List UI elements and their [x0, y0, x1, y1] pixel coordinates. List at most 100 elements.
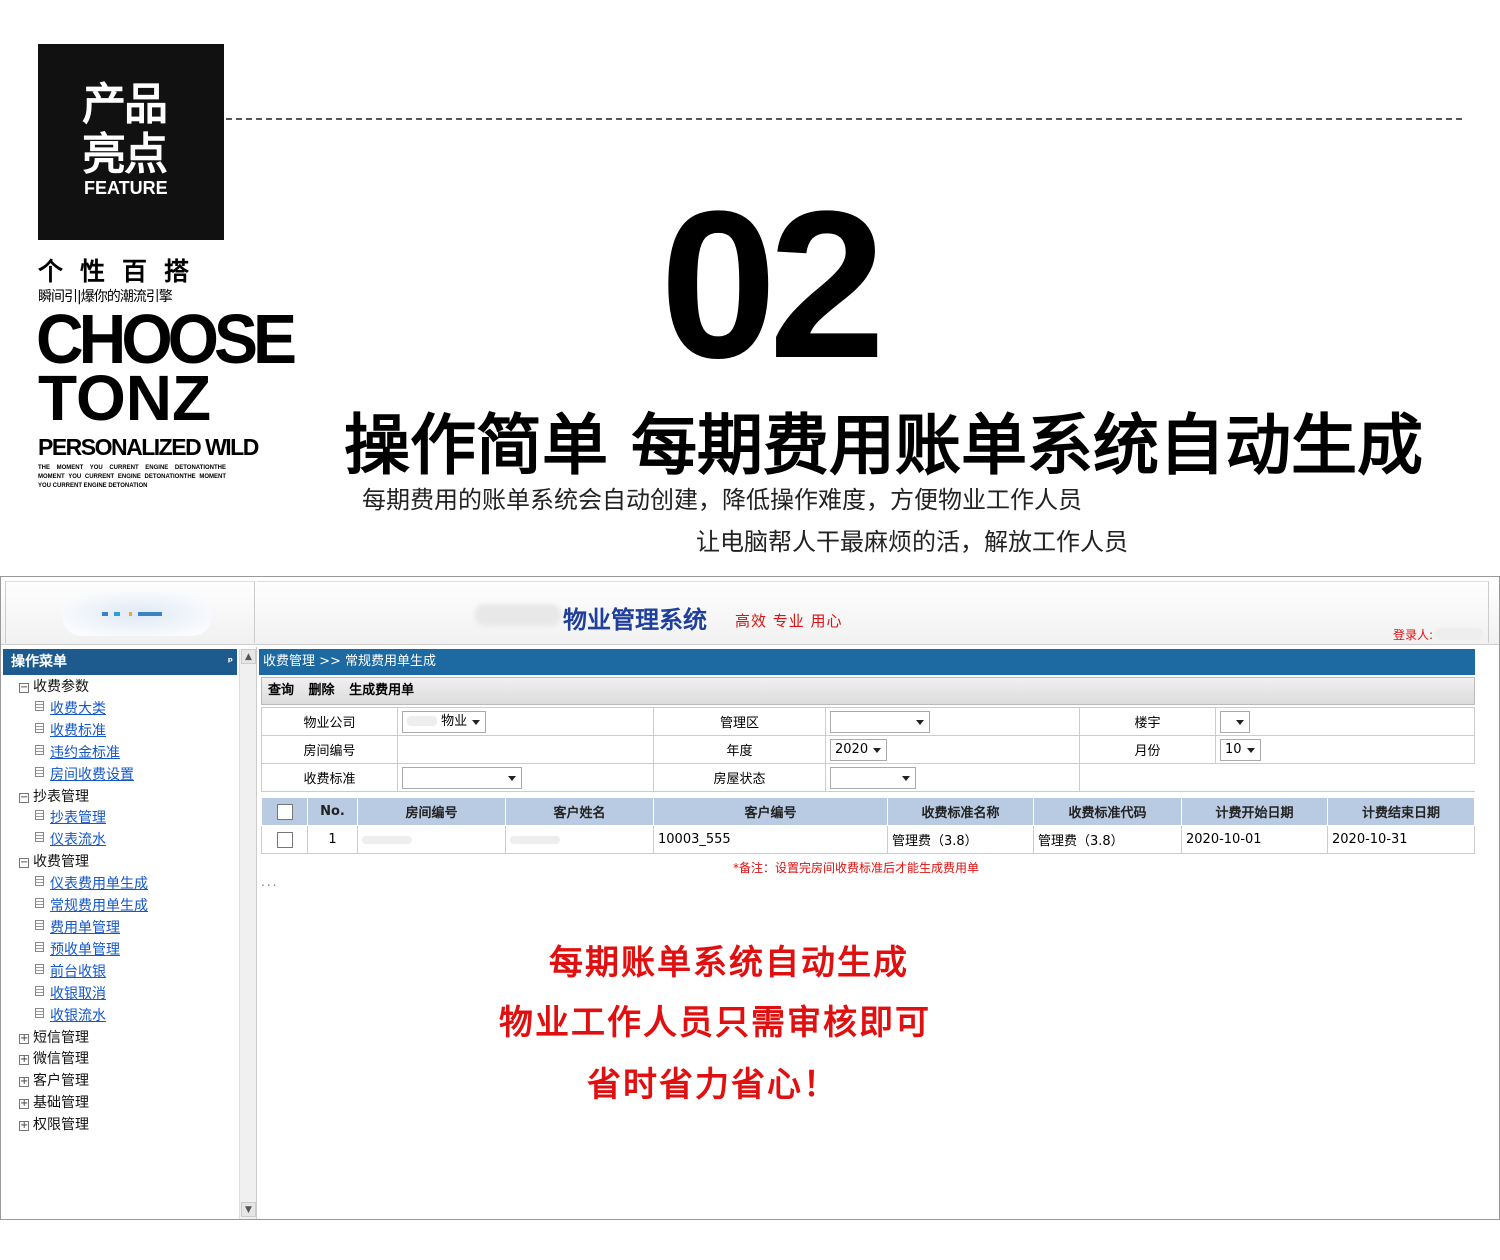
- callout-line-1: 每期账单系统自动生成: [549, 943, 909, 983]
- menu-item[interactable]: 房间收费设置: [19, 765, 148, 787]
- row-checkbox[interactable]: [276, 831, 293, 848]
- menu-item[interactable]: 收银流水: [19, 1006, 148, 1028]
- menu-link-penalty-standard[interactable]: 违约金标准: [50, 745, 120, 761]
- generate-bill-button[interactable]: 生成费用单: [349, 683, 414, 698]
- room-label: 房间编号: [261, 735, 398, 764]
- cell-no: 1: [307, 825, 358, 854]
- menu-link-fee-category[interactable]: 收费大类: [50, 701, 106, 717]
- feature-headline: 操作简单 每期费用账单系统自动生成: [344, 407, 1423, 484]
- brand-line1: 产品: [82, 79, 168, 130]
- menu-link-front-cashier[interactable]: 前台收银: [50, 964, 106, 980]
- breadcrumb: 收费管理 >> 常规费用单生成: [259, 649, 1475, 675]
- brand-feature: FEATURE: [84, 178, 168, 198]
- area-select[interactable]: [830, 710, 930, 733]
- toolbar: 查询 删除 生成费用单: [261, 677, 1475, 705]
- bill-table: No. 房间编号 客户姓名 客户编号 收费标准名称 收费标准代码 计费开始日期 …: [261, 797, 1475, 854]
- menu-item[interactable]: 常规费用单生成: [19, 896, 148, 918]
- sidebar-scrollbar[interactable]: ▲ ▼: [239, 649, 256, 1219]
- company-select[interactable]: 物业: [402, 710, 487, 733]
- main-content: 收费管理 >> 常规费用单生成 查询 删除 生成费用单 物业公司 物业 管理区 …: [259, 647, 1477, 1219]
- menu-item[interactable]: 预收单管理: [19, 940, 148, 962]
- room-input[interactable]: [397, 735, 654, 764]
- plus-box-icon[interactable]: +: [19, 1099, 29, 1110]
- scroll-up-arrow-icon[interactable]: ▲: [241, 649, 256, 664]
- menu-item[interactable]: 抄表管理: [19, 808, 148, 830]
- col-start-date[interactable]: 计费开始日期: [1181, 797, 1328, 826]
- month-select[interactable]: 10: [1220, 738, 1261, 761]
- login-user-label: 登录人:: [1393, 628, 1434, 642]
- plus-box-icon[interactable]: +: [19, 1055, 29, 1066]
- minus-box-icon[interactable]: −: [19, 858, 29, 869]
- menu-link-prepaid-management[interactable]: 预收单管理: [50, 942, 120, 958]
- plus-box-icon[interactable]: +: [19, 1077, 29, 1088]
- menu-link-meter-reading[interactable]: 抄表管理: [50, 810, 106, 826]
- cell-start-date: 2020-10-01: [1181, 825, 1328, 854]
- menu-group-fee-params[interactable]: − 收费参数: [19, 677, 148, 699]
- menu-link-bill-management[interactable]: 费用单管理: [50, 920, 120, 936]
- col-standard-name[interactable]: 收费标准名称: [887, 797, 1034, 826]
- cell-standard-name: 管理费（3.8）: [887, 825, 1034, 854]
- menu-header: 操作菜单 ᵖ: [3, 649, 237, 675]
- menu-link-regular-bill-gen[interactable]: 常规费用单生成: [50, 898, 148, 914]
- building-select[interactable]: [1220, 710, 1250, 733]
- delete-button[interactable]: 删除: [309, 683, 335, 698]
- col-no[interactable]: No.: [307, 797, 358, 826]
- menu-group-fee-management[interactable]: − 收费管理: [19, 852, 148, 874]
- brand-personalized-wild: PERSONALIZED WILD: [38, 434, 259, 460]
- standard-select[interactable]: [402, 766, 522, 789]
- menu-group-wechat[interactable]: + 微信管理: [19, 1049, 148, 1071]
- col-customer-no[interactable]: 客户编号: [653, 797, 888, 826]
- menu-item[interactable]: 收费大类: [19, 699, 148, 721]
- year-select[interactable]: 2020: [830, 738, 888, 761]
- col-end-date[interactable]: 计费结束日期: [1327, 797, 1475, 826]
- select-all-checkbox[interactable]: [276, 803, 293, 820]
- logo-mark: [102, 612, 162, 616]
- col-customer-name[interactable]: 客户姓名: [505, 797, 654, 826]
- filter-form: 物业公司 物业 管理区 楼宇 房间编号 年度 2020 月份 10 收费标准 房…: [261, 707, 1475, 792]
- table-row[interactable]: 1 10003_555 管理费（3.8） 管理费（3.8） 2020-10-01…: [261, 825, 1475, 854]
- minus-box-icon[interactable]: −: [19, 792, 29, 803]
- document-icon: [35, 832, 44, 843]
- login-user-redacted: [1435, 628, 1483, 640]
- menu-link-cashier-log[interactable]: 收银流水: [50, 1008, 106, 1024]
- menu-link-meter-bill-gen[interactable]: 仪表费用单生成: [50, 876, 148, 892]
- feature-description-1: 每期费用的账单系统会自动创建，降低操作难度，方便物业工作人员: [362, 486, 1082, 514]
- area-label: 管理区: [653, 707, 826, 736]
- query-button[interactable]: 查询: [268, 683, 294, 698]
- brand-tonz: TONZ: [38, 362, 212, 434]
- company-redacted: [407, 716, 437, 726]
- menu-item[interactable]: 违约金标准: [19, 743, 148, 765]
- document-icon: [35, 898, 44, 909]
- menu-group-meter[interactable]: − 抄表管理: [19, 787, 148, 809]
- remark-note: *备注：设置完房间收费标准后才能生成费用单: [733, 861, 980, 875]
- menu-link-cashier-cancel[interactable]: 收银取消: [50, 986, 106, 1002]
- plus-box-icon[interactable]: +: [19, 1121, 29, 1132]
- col-room-no[interactable]: 房间编号: [357, 797, 506, 826]
- customer-name-redacted: [510, 835, 560, 844]
- menu-group-basic[interactable]: + 基础管理: [19, 1093, 148, 1115]
- cell-customer-no: 10003_555: [653, 825, 888, 854]
- pin-icon[interactable]: ᵖ: [228, 649, 233, 675]
- ellipsis: ...: [261, 875, 279, 889]
- menu-item[interactable]: 仪表流水: [19, 830, 148, 852]
- plus-box-icon[interactable]: +: [19, 1033, 29, 1044]
- col-standard-code[interactable]: 收费标准代码: [1033, 797, 1182, 826]
- menu-item[interactable]: 前台收银: [19, 962, 148, 984]
- scroll-down-arrow-icon[interactable]: ▼: [241, 1202, 256, 1217]
- menu-group-sms[interactable]: + 短信管理: [19, 1028, 148, 1050]
- app-window: 物业管理系统 高效 专业 用心 登录人: 操作菜单 ᵖ ▲ ▼ − 收费参数 收费…: [0, 576, 1500, 1220]
- menu-tree: − 收费参数 收费大类 收费标准 违约金标准 房间收费设置 − 抄表管理 抄表管理 …: [19, 677, 148, 1137]
- menu-item[interactable]: 收费标准: [19, 721, 148, 743]
- minus-box-icon[interactable]: −: [19, 683, 29, 693]
- menu-link-fee-standard[interactable]: 收费标准: [50, 723, 106, 739]
- menu-link-meter-log[interactable]: 仪表流水: [50, 832, 106, 848]
- menu-group-permission[interactable]: + 权限管理: [19, 1115, 148, 1137]
- document-icon: [35, 744, 44, 755]
- menu-item[interactable]: 收银取消: [19, 984, 148, 1006]
- menu-item[interactable]: 仪表费用单生成: [19, 874, 148, 896]
- status-select[interactable]: [830, 766, 916, 789]
- menu-link-room-fee-settings[interactable]: 房间收费设置: [50, 767, 134, 783]
- menu-group-customer[interactable]: + 客户管理: [19, 1071, 148, 1093]
- status-label: 房屋状态: [653, 763, 826, 792]
- menu-item[interactable]: 费用单管理: [19, 918, 148, 940]
